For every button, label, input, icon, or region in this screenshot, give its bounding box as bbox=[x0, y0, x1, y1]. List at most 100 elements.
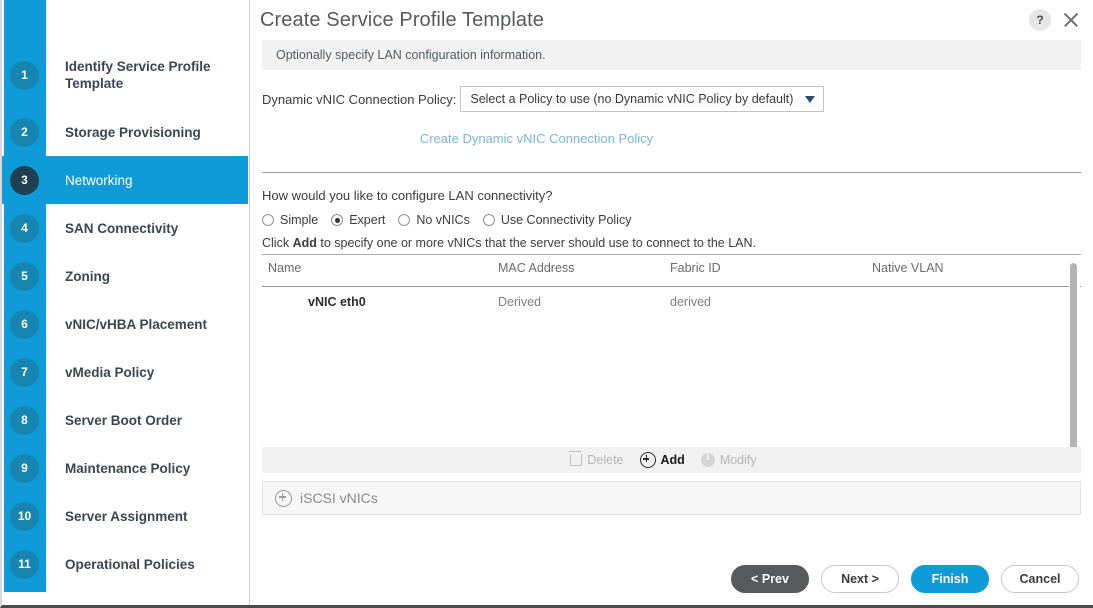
step-number-badge: 10 bbox=[10, 501, 39, 531]
table-scrollbar-thumb[interactable] bbox=[1070, 263, 1077, 469]
cell-mac-address: Derived bbox=[498, 295, 542, 309]
column-header-fabric-id: Fabric ID bbox=[670, 261, 721, 275]
step-number-badge: 8 bbox=[10, 405, 39, 435]
radio-icon bbox=[398, 214, 411, 226]
radio-icon bbox=[262, 214, 274, 226]
table-action-toolbar: Delete Add Modify bbox=[262, 447, 1081, 473]
iscsi-vnics-expander[interactable]: iSCSI vNICs bbox=[262, 481, 1081, 515]
step-number-badge: 7 bbox=[10, 357, 39, 387]
dialog-footer: < Prev Next > Finish Cancel bbox=[731, 565, 1079, 593]
hint-suffix: to specify one or more vNICs that the se… bbox=[316, 236, 756, 250]
step-number-badge: 11 bbox=[10, 549, 39, 579]
wizard-steps-list: 1 Identify Service Profile Template 2 St… bbox=[2, 0, 248, 588]
table-header-row: Name MAC Address Fabric ID Native VLAN bbox=[262, 261, 1081, 287]
sidebar-item-label: Identify Service Profile Template bbox=[65, 59, 211, 91]
dynamic-vnic-policy-row: Dynamic vNIC Connection Policy: Select a… bbox=[262, 86, 1081, 112]
chevron-down-icon bbox=[805, 95, 816, 103]
radio-label: Expert bbox=[349, 213, 386, 227]
sidebar-item-label: vNIC/vHBA Placement bbox=[65, 316, 208, 332]
sidebar-item-san-connectivity[interactable]: 4 SAN Connectivity bbox=[2, 204, 248, 252]
step-number-badge: 6 bbox=[10, 309, 39, 339]
lan-connectivity-radio-group: Simple Expert No vNICs Use Connectivity … bbox=[262, 213, 1081, 227]
sidebar-item-server-assignment[interactable]: 10 Server Assignment bbox=[2, 492, 248, 540]
lan-connectivity-question: How would you like to configure LAN conn… bbox=[262, 188, 553, 203]
sidebar-item-label: Server Assignment bbox=[65, 508, 188, 524]
modify-button[interactable]: Modify bbox=[700, 452, 757, 467]
radio-label: Simple bbox=[280, 213, 319, 227]
cancel-button[interactable]: Cancel bbox=[1001, 565, 1079, 593]
plus-circle-icon bbox=[639, 452, 656, 468]
plus-circle-icon bbox=[275, 489, 292, 507]
add-button-label: Add bbox=[660, 453, 685, 467]
add-vnic-hint: Click Add to specify one or more vNICs t… bbox=[262, 236, 1081, 255]
delete-button[interactable]: Delete bbox=[569, 451, 624, 467]
sidebar-item-operational-policies[interactable]: 11 Operational Policies bbox=[2, 540, 248, 588]
dialog-titlebar: Create Service Profile Template ? bbox=[250, 0, 1093, 40]
create-policy-link-row: Create Dynamic vNIC Connection Policy bbox=[262, 130, 811, 148]
step-number-badge: 3 bbox=[10, 165, 39, 195]
table-scrollbar[interactable] bbox=[1069, 261, 1080, 473]
wizard-step-sidebar: 1 Identify Service Profile Template 2 St… bbox=[2, 0, 250, 605]
dynamic-vnic-policy-value: Select a Policy to use (no Dynamic vNIC … bbox=[470, 92, 794, 106]
iscsi-vnics-label: iSCSI vNICs bbox=[300, 490, 378, 506]
create-service-profile-template-dialog: 1 Identify Service Profile Template 2 St… bbox=[0, 0, 1093, 608]
sidebar-item-zoning[interactable]: 5 Zoning bbox=[2, 252, 248, 300]
column-header-name: Name bbox=[268, 261, 302, 275]
prev-button[interactable]: < Prev bbox=[731, 565, 809, 593]
vnic-table: Name MAC Address Fabric ID Native VLAN v… bbox=[262, 261, 1081, 473]
hint-bold-add: Add bbox=[292, 236, 317, 250]
sidebar-item-label: Server Boot Order bbox=[65, 412, 183, 428]
titlebar-actions: ? bbox=[1029, 9, 1081, 31]
section-divider bbox=[262, 172, 1081, 173]
radio-simple[interactable]: Simple bbox=[262, 213, 318, 227]
cell-fabric-id: derived bbox=[670, 295, 711, 309]
radio-label: No vNICs bbox=[416, 213, 470, 227]
next-button[interactable]: Next > bbox=[821, 565, 899, 593]
help-icon[interactable]: ? bbox=[1029, 9, 1051, 31]
page-title: Create Service Profile Template bbox=[260, 8, 544, 31]
sidebar-item-maintenance-policy[interactable]: 9 Maintenance Policy bbox=[2, 444, 248, 492]
radio-icon bbox=[331, 214, 344, 226]
networking-form: Dynamic vNIC Connection Policy: Select a… bbox=[250, 86, 1093, 515]
table-row[interactable]: vNIC eth0 Derived derived bbox=[262, 287, 1081, 317]
radio-label: Use Connectivity Policy bbox=[500, 213, 632, 227]
sidebar-item-label: Zoning bbox=[65, 268, 110, 284]
sidebar-item-storage-provisioning[interactable]: 2 Storage Provisioning bbox=[2, 108, 248, 156]
add-button[interactable]: Add bbox=[639, 452, 685, 468]
radio-icon bbox=[482, 214, 495, 226]
hint-prefix: Click bbox=[262, 236, 293, 250]
step-number-badge: 4 bbox=[10, 213, 39, 243]
trash-icon bbox=[569, 451, 583, 466]
column-header-native-vlan: Native VLAN bbox=[872, 261, 944, 275]
dialog-content: Create Service Profile Template ? Option… bbox=[250, 0, 1093, 605]
dialog-subtitle: Optionally specify LAN configuration inf… bbox=[262, 40, 1081, 70]
sidebar-item-label: Operational Policies bbox=[65, 556, 195, 572]
sidebar-item-label: Networking bbox=[65, 172, 133, 188]
sidebar-item-label: Maintenance Policy bbox=[65, 460, 191, 476]
create-dynamic-vnic-connection-policy-link[interactable]: Create Dynamic vNIC Connection Policy bbox=[420, 131, 653, 146]
step-number-badge: 2 bbox=[10, 117, 39, 147]
dynamic-vnic-policy-select[interactable]: Select a Policy to use (no Dynamic vNIC … bbox=[460, 86, 825, 112]
sidebar-item-label: vMedia Policy bbox=[65, 364, 155, 380]
cell-name: vNIC eth0 bbox=[308, 295, 366, 309]
sidebar-item-label: Storage Provisioning bbox=[65, 124, 201, 140]
step-number-badge: 1 bbox=[10, 60, 39, 90]
radio-use-connectivity-policy[interactable]: Use Connectivity Policy bbox=[482, 213, 632, 227]
sidebar-item-identify-service-profile-template[interactable]: 1 Identify Service Profile Template bbox=[2, 42, 248, 108]
step-number-badge: 9 bbox=[10, 453, 39, 483]
column-header-mac-address: MAC Address bbox=[498, 261, 575, 275]
sidebar-item-label: SAN Connectivity bbox=[65, 220, 179, 236]
dynamic-vnic-policy-label: Dynamic vNIC Connection Policy: bbox=[262, 91, 457, 107]
sidebar-item-vmedia-policy[interactable]: 7 vMedia Policy bbox=[2, 348, 248, 396]
radio-no-vnics[interactable]: No vNICs bbox=[398, 213, 470, 227]
radio-expert[interactable]: Expert bbox=[331, 213, 385, 227]
modify-button-label: Modify bbox=[719, 453, 757, 467]
finish-button[interactable]: Finish bbox=[911, 565, 989, 593]
step-number-badge: 5 bbox=[10, 261, 39, 291]
sidebar-item-server-boot-order[interactable]: 8 Server Boot Order bbox=[2, 396, 248, 444]
close-icon[interactable] bbox=[1061, 10, 1081, 30]
delete-button-label: Delete bbox=[587, 453, 624, 467]
sidebar-item-networking[interactable]: 3 Networking bbox=[2, 156, 248, 204]
sidebar-item-vnic-vhba-placement[interactable]: 6 vNIC/vHBA Placement bbox=[2, 300, 248, 348]
info-circle-icon bbox=[700, 452, 715, 467]
